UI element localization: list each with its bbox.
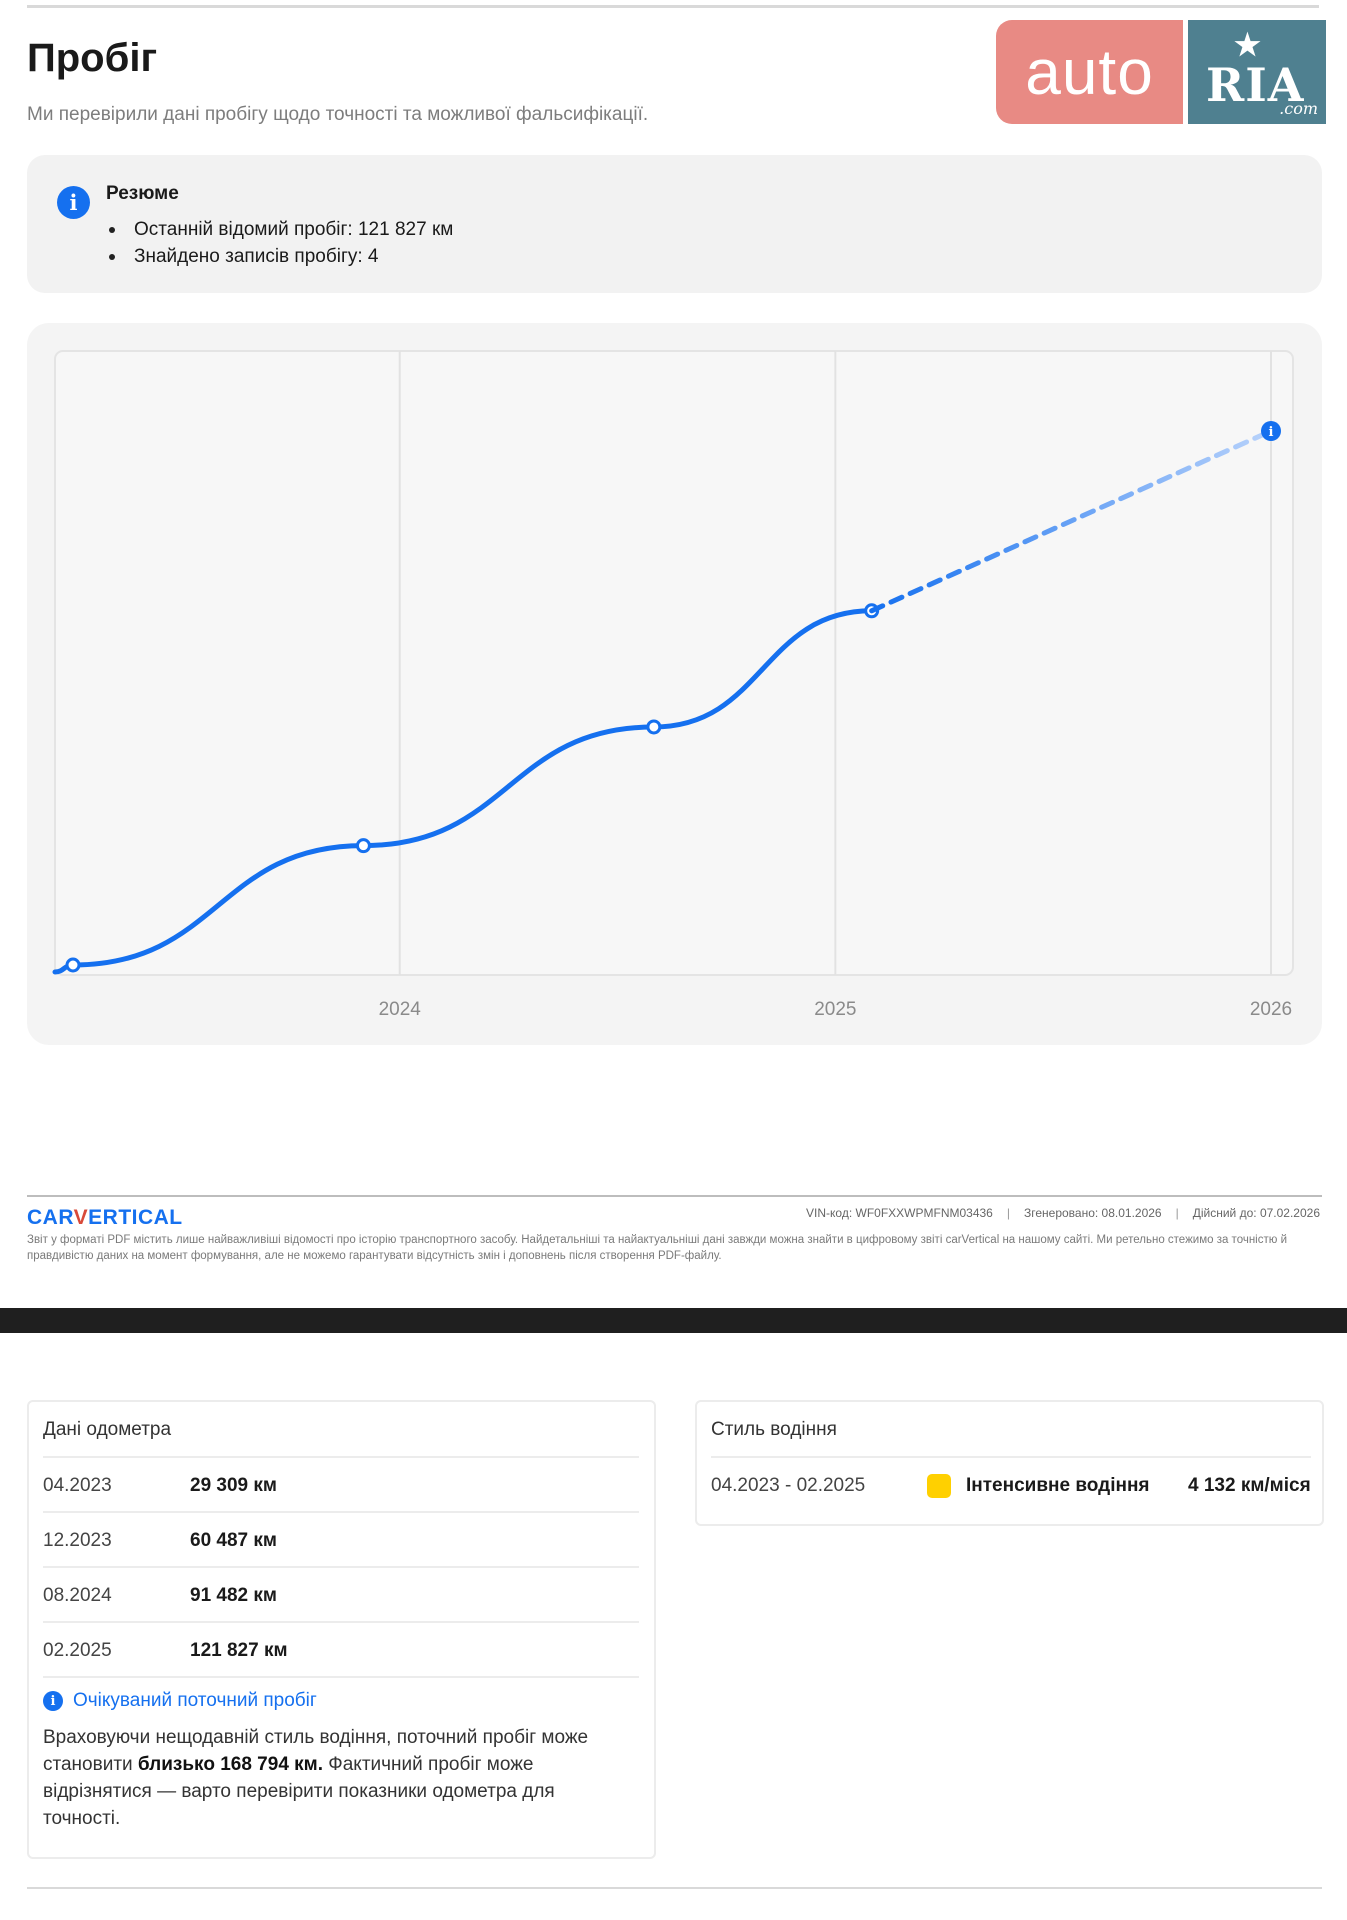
summary-list: Останній відомий пробіг: 121 827 км Знай… [106,216,453,270]
page-title: Пробіг [27,36,158,80]
odometer-km: 121 827 км [190,1639,288,1661]
driving-style-title: Стиль водіння [711,1419,837,1440]
footer-divider [27,1195,1322,1197]
odometer-date: 08.2024 [43,1584,112,1606]
footer-meta: VIN-код: WF0FXXWPMFNM03436 | Згенеровано… [806,1206,1320,1220]
table-row: 04.2023 29 309 км [43,1456,639,1513]
driving-style-card: Стиль водіння 04.2023 - 02.2025 Інтенсив… [695,1400,1324,1526]
expected-mileage-heading: i Очікуваний поточний пробіг [43,1690,317,1712]
generated-date: Згенеровано: 08.01.2026 [1023,1206,1162,1220]
expected-mileage-text: Враховуючи нещодавній стиль водіння, пот… [43,1727,589,1829]
summary-box: i Резюме Останній відомий пробіг: 121 82… [27,155,1322,293]
odometer-date: 12.2023 [43,1529,112,1551]
intensity-indicator-icon [927,1474,951,1498]
summary-title: Резюме [106,183,179,204]
driving-style-period: 04.2023 - 02.2025 [711,1475,866,1496]
page-subtitle: Ми перевірили дані пробігу щодо точності… [27,104,649,125]
odometer-km: 60 487 км [190,1529,277,1551]
auto-logo-text: auto [1025,36,1154,108]
x-tick-label: 2024 [379,999,422,1020]
projected-info-glyph: i [1269,425,1274,440]
plot-area [54,350,1294,976]
row-divider [43,1676,639,1678]
odometer-km: 29 309 км [190,1474,277,1496]
info-icon: i [43,1691,63,1711]
expected-mileage-title: Очікуваний поточний пробіг [73,1690,317,1711]
page-separator [0,1308,1347,1333]
data-point [65,957,81,973]
driving-style-label: Інтенсивне водіння [966,1475,1150,1496]
odometer-card: Дані одометра 04.2023 29 309 км 12.2023 … [27,1400,656,1859]
bottom-divider [27,1887,1322,1889]
footer-disclaimer: Звіт у форматі PDF містить лише найважли… [27,1234,1287,1262]
carvertical-logo: CARVERTICAL [27,1206,183,1229]
table-row: 12.2023 60 487 км [43,1511,639,1568]
ria-logo-block: ★ RIA .com [1188,20,1326,124]
odometer-date: 04.2023 [43,1474,112,1496]
driving-style-row: 04.2023 - 02.2025 Інтенсивне водіння 4 1… [711,1456,1311,1514]
table-row: 08.2024 91 482 км [43,1566,639,1623]
data-point [355,838,371,854]
odometer-km: 91 482 км [190,1584,277,1606]
summary-item: Останній відомий пробіг: 121 827 км [106,216,453,243]
driving-style-rate: 4 132 км/міся [1188,1475,1311,1496]
top-divider [27,5,1319,8]
ria-logo-suffix: .com [1279,99,1318,118]
auto-logo-block: auto [996,20,1183,124]
x-tick-label: 2025 [814,999,856,1020]
table-row: 02.2025 121 827 км [43,1621,639,1678]
x-tick-label: 2026 [1250,999,1292,1020]
data-point [646,719,662,735]
odometer-date: 02.2025 [43,1639,112,1661]
odometer-title: Дані одометра [43,1419,172,1440]
mileage-chart: 2024 2025 2026 i [52,350,1294,1020]
summary-item: Знайдено записів пробігу: 4 [106,243,453,270]
valid-until: Дійсний до: 07.02.2026 [1192,1206,1320,1220]
info-icon: i [57,186,90,219]
mileage-chart-card: 2024 2025 2026 i [27,323,1322,1045]
vin-code: VIN-код: WF0FXXWPMFNM03436 [806,1206,993,1220]
